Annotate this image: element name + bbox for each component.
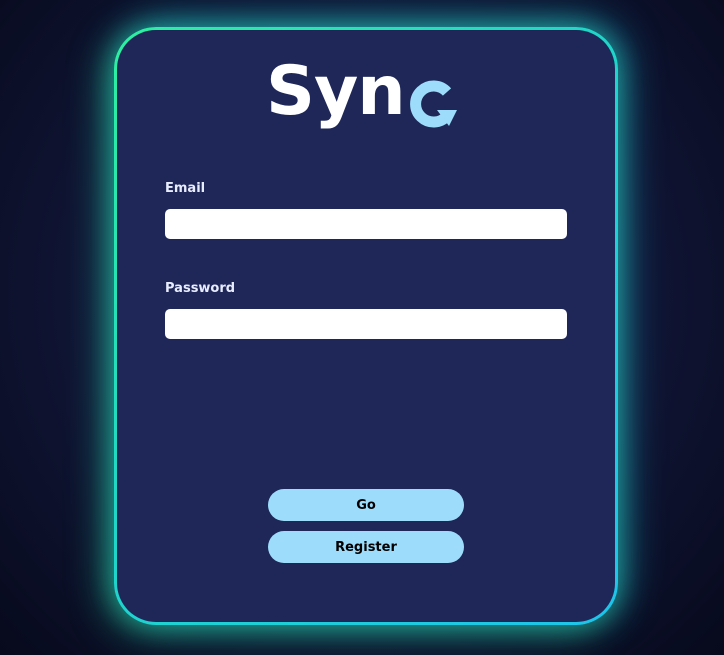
email-label: Email xyxy=(165,181,206,196)
sync-arrow-c-icon xyxy=(409,80,457,128)
register-button[interactable]: Register xyxy=(268,531,464,563)
go-button[interactable]: Go xyxy=(268,489,464,521)
app-logo: Syn xyxy=(266,48,459,140)
logo-text: Syn xyxy=(266,52,406,131)
email-field[interactable] xyxy=(165,209,567,239)
password-label: Password xyxy=(165,281,236,296)
password-field[interactable] xyxy=(165,309,567,339)
